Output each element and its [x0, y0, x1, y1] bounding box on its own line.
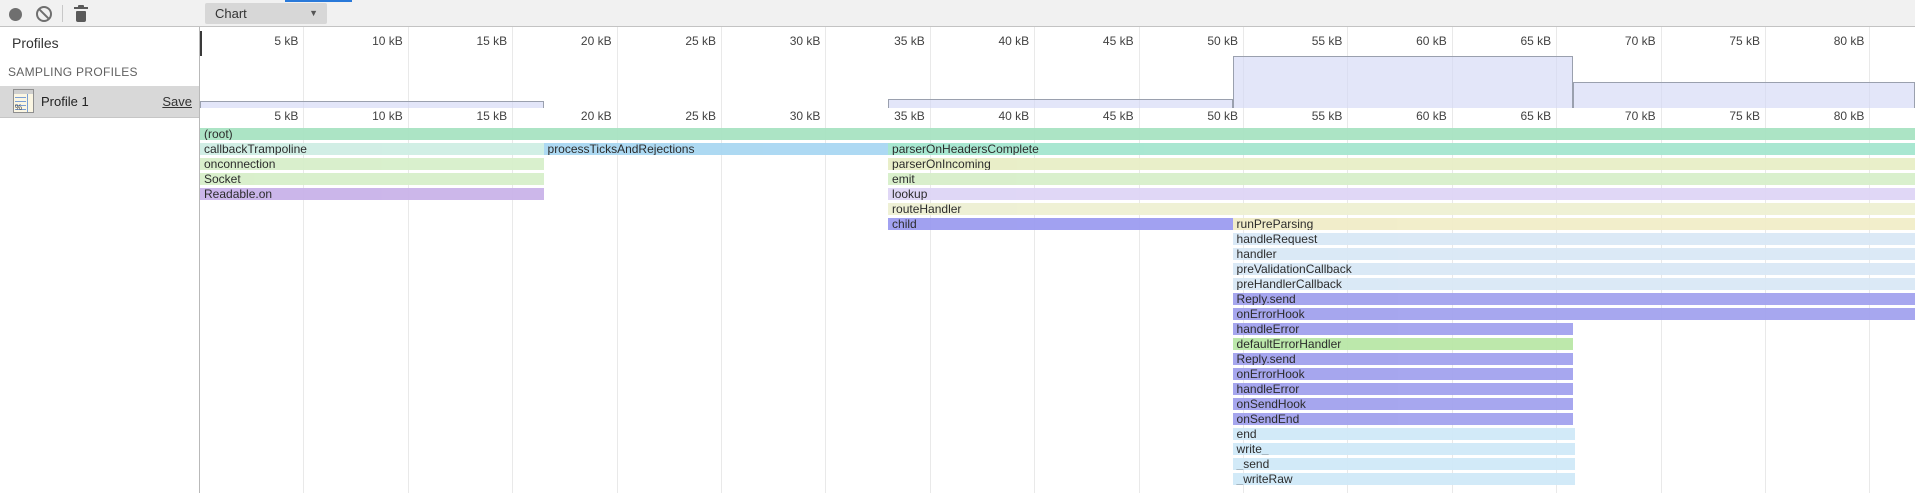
- sidebar-heading: Profiles: [12, 35, 59, 51]
- profile-name: Profile 1: [41, 94, 89, 109]
- axis-tick-label: 10 kB: [372, 34, 403, 48]
- flame-frame[interactable]: child: [888, 218, 1233, 230]
- overview-memory-segment: [1573, 82, 1915, 108]
- axis-tick-label: 70 kB: [1625, 34, 1656, 48]
- flame-frame[interactable]: runPreParsing: [1233, 218, 1915, 230]
- axis-tick-label: 40 kB: [999, 109, 1030, 123]
- flame-frame[interactable]: (root): [200, 128, 1915, 140]
- flame-frame[interactable]: preValidationCallback: [1233, 263, 1915, 275]
- flame-frame[interactable]: write_: [1233, 443, 1575, 455]
- flame-frame[interactable]: _send: [1233, 458, 1575, 470]
- active-tab-indicator: [285, 0, 352, 2]
- axis-tick-label: 20 kB: [581, 34, 612, 48]
- axis-gridline: [303, 27, 304, 493]
- axis-gridline: [1034, 27, 1035, 493]
- view-mode-select-value: Chart: [215, 6, 247, 21]
- overview-memory-segment: [200, 101, 544, 108]
- axis-tick-label: 30 kB: [790, 109, 821, 123]
- axis-tick-label: 65 kB: [1521, 34, 1552, 48]
- axis-gridline: [617, 27, 618, 493]
- flame-frame[interactable]: routeHandler: [888, 203, 1915, 215]
- axis-tick-label: 25 kB: [685, 109, 716, 123]
- trash-lid: [74, 7, 88, 9]
- axis-gridline: [408, 27, 409, 493]
- flame-frame[interactable]: callbackTrampoline: [200, 143, 544, 155]
- axis-tick-label: 70 kB: [1625, 109, 1656, 123]
- overview-memory-segment: [888, 99, 1233, 108]
- axis-tick-label: 75 kB: [1729, 109, 1760, 123]
- flame-frame[interactable]: defaultErrorHandler: [1233, 338, 1573, 350]
- flame-frame[interactable]: onErrorHook: [1233, 368, 1573, 380]
- flame-frame[interactable]: end: [1233, 428, 1575, 440]
- profiler-toolbar: Chart ▼: [0, 0, 1915, 27]
- axis-tick-label: 75 kB: [1729, 34, 1760, 48]
- axis-tick-label: 80 kB: [1834, 34, 1865, 48]
- flame-frame[interactable]: processTicksAndRejections: [544, 143, 889, 155]
- sampling-profiles-section-label: SAMPLING PROFILES: [8, 65, 138, 79]
- clear-circle-slash-icon[interactable]: [36, 6, 52, 22]
- flame-frame[interactable]: emit: [888, 173, 1915, 185]
- axis-tick-label: 45 kB: [1103, 109, 1134, 123]
- axis-tick-label: 50 kB: [1207, 34, 1238, 48]
- profiles-sidebar: Profiles SAMPLING PROFILES % Profile 1 S…: [0, 27, 200, 493]
- flame-frame[interactable]: handleRequest: [1233, 233, 1915, 245]
- axis-tick-label: 5 kB: [274, 34, 298, 48]
- flame-frame[interactable]: preHandlerCallback: [1233, 278, 1915, 290]
- axis-gridline: [930, 27, 931, 493]
- axis-tick-label: 35 kB: [894, 34, 925, 48]
- flame-frame[interactable]: onErrorHook: [1233, 308, 1915, 320]
- trash-body: [76, 11, 86, 22]
- axis-tick-label: 45 kB: [1103, 34, 1134, 48]
- axis-gridline: [1139, 27, 1140, 493]
- flame-frame[interactable]: Socket: [200, 173, 544, 185]
- view-mode-select[interactable]: Chart ▼: [205, 3, 327, 24]
- save-link[interactable]: Save: [162, 94, 192, 109]
- devtools-sampling-profiler: { "toolbar": { "chart_select_label": "Ch…: [0, 0, 1915, 493]
- axis-tick-label: 25 kB: [685, 34, 716, 48]
- axis-tick-label: 65 kB: [1521, 109, 1552, 123]
- axis-tick-label: 60 kB: [1416, 109, 1447, 123]
- flame-frame[interactable]: parserOnIncoming: [888, 158, 1915, 170]
- axis-gridline: [721, 27, 722, 493]
- axis-tick-label: 5 kB: [274, 109, 298, 123]
- trash-icon[interactable]: [73, 5, 89, 23]
- axis-tick-label: 80 kB: [1834, 109, 1865, 123]
- flame-frame[interactable]: Reply.send: [1233, 293, 1915, 305]
- flame-frame[interactable]: handler: [1233, 248, 1915, 260]
- axis-tick-label: 60 kB: [1416, 34, 1447, 48]
- flame-frame[interactable]: Readable.on: [200, 188, 544, 200]
- overview-drag-handle[interactable]: [200, 31, 202, 56]
- axis-tick-label: 20 kB: [581, 109, 612, 123]
- axis-tick-label: 35 kB: [894, 109, 925, 123]
- flame-frame[interactable]: handleError: [1233, 383, 1573, 395]
- axis-gridline: [825, 27, 826, 493]
- axis-tick-label: 40 kB: [999, 34, 1030, 48]
- overview-memory-segment: [1233, 56, 1573, 108]
- record-circle-icon[interactable]: [9, 8, 22, 21]
- axis-gridline: [512, 27, 513, 493]
- flame-frame[interactable]: handleError: [1233, 323, 1573, 335]
- flame-chart-panel: 5 kB 10 kB 15 kB 20 kB 25 kB 30 kB 35 kB 40 kB 4…: [200, 27, 1915, 493]
- flame-frame[interactable]: lookup: [888, 188, 1915, 200]
- flame-frame[interactable]: Reply.send: [1233, 353, 1573, 365]
- toolbar-separator: [62, 5, 63, 22]
- axis-tick-label: 10 kB: [372, 109, 403, 123]
- flame-frame[interactable]: onSendEnd: [1233, 413, 1573, 425]
- axis-tick-label: 30 kB: [790, 34, 821, 48]
- axis-tick-label: 55 kB: [1312, 34, 1343, 48]
- axis-tick-label: 15 kB: [477, 34, 508, 48]
- chevron-down-icon: ▼: [309, 3, 318, 24]
- flame-frame[interactable]: parserOnHeadersComplete: [888, 143, 1915, 155]
- axis-tick-label: 55 kB: [1312, 109, 1343, 123]
- sidebar-item-profile-1[interactable]: % Profile 1 Save: [0, 86, 199, 118]
- flame-frame[interactable]: onconnection: [200, 158, 544, 170]
- heap-profile-icon: %: [13, 89, 34, 113]
- axis-tick-label: 15 kB: [477, 109, 508, 123]
- flame-frame[interactable]: onSendHook: [1233, 398, 1573, 410]
- flame-frame[interactable]: _writeRaw: [1233, 473, 1575, 485]
- axis-tick-label: 50 kB: [1207, 109, 1238, 123]
